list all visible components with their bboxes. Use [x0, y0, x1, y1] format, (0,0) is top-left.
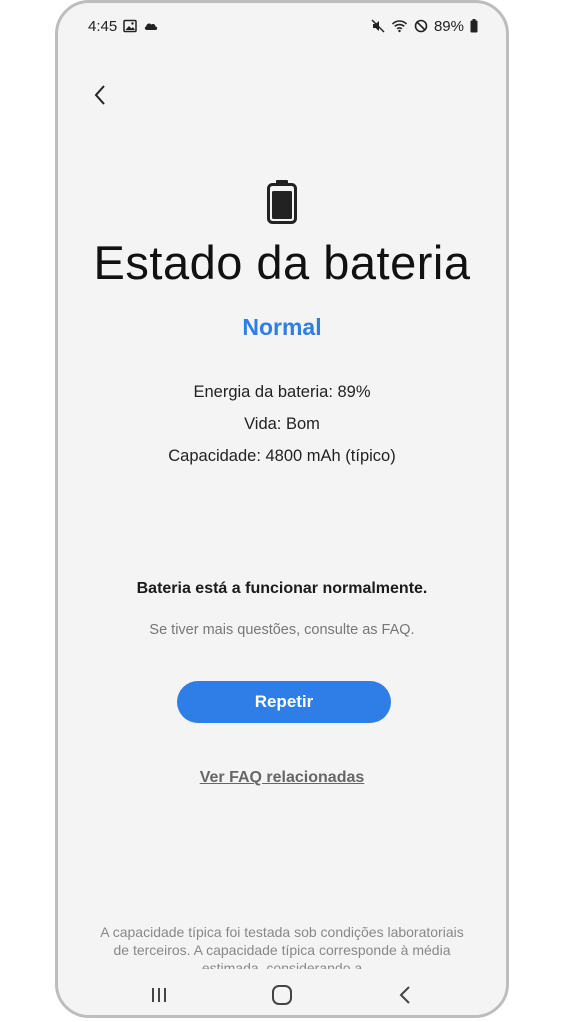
- status-message: Bateria está a funcionar normalmente.: [136, 580, 428, 597]
- mute-icon: [371, 19, 385, 33]
- recents-button[interactable]: [139, 975, 179, 1015]
- do-not-disturb-icon: [414, 19, 428, 33]
- recents-icon: [152, 988, 167, 1002]
- nav-back-button[interactable]: [385, 975, 425, 1015]
- clock: 4:45: [88, 17, 118, 35]
- chevron-left-icon: [94, 85, 105, 105]
- wifi-icon: [391, 20, 408, 33]
- home-icon: [271, 985, 292, 1005]
- battery-life: Vida: Bom: [244, 415, 320, 433]
- status-right: 89%: [371, 18, 478, 35]
- battery-info: Energia da bateria: 89% Vida: Bom Capaci…: [58, 379, 506, 475]
- battery-icon: [267, 180, 297, 224]
- phone-frame: 4:45 89% Estado da bateria Normal Energi…: [55, 0, 509, 1018]
- battery-percent: 89%: [433, 17, 464, 35]
- footnote: A capacidade típica foi testada sob cond…: [100, 924, 464, 969]
- battery-icon: [470, 19, 478, 33]
- cloud-icon: [145, 23, 158, 30]
- home-button[interactable]: [262, 975, 302, 1015]
- faq-hint: Se tiver mais questões, consulte as FAQ.: [149, 622, 415, 638]
- navigation-bar: [58, 969, 506, 1015]
- back-button[interactable]: [84, 79, 116, 111]
- battery-status: Normal: [242, 314, 322, 340]
- battery-capacity: Capacidade: 4800 mAh (típico): [168, 447, 396, 465]
- battery-energy: Energia da bateria: 89%: [193, 383, 371, 401]
- repeat-button[interactable]: Repetir: [177, 681, 391, 723]
- status-left: 4:45: [88, 18, 159, 35]
- faq-link[interactable]: Ver FAQ relacionadas: [58, 769, 506, 787]
- page-title: Estado da bateria: [93, 236, 471, 289]
- status-bar: 4:45 89%: [58, 3, 506, 49]
- image-icon: [123, 19, 137, 33]
- chevron-left-icon: [399, 986, 410, 1004]
